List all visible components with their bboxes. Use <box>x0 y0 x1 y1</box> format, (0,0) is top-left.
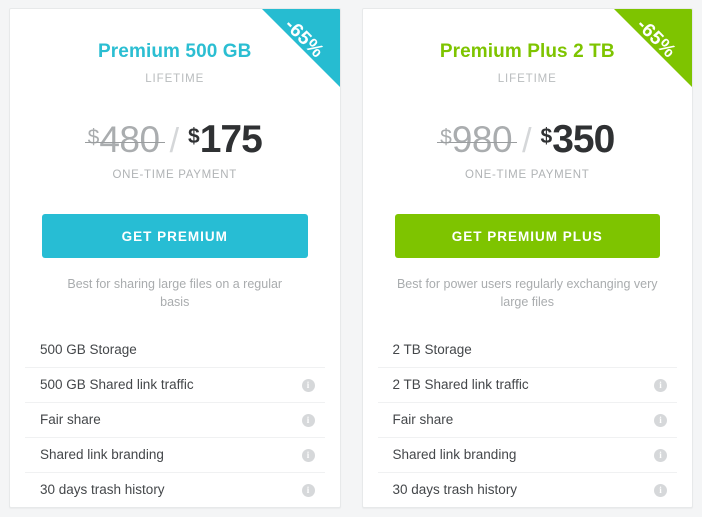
original-price: $480 <box>84 118 165 161</box>
feature-label: Fair share <box>40 412 101 428</box>
feature-label: 500 GB Shared link traffic <box>40 377 194 393</box>
feature-list: 2 TB Storage 2 TB Shared link traffic i … <box>377 333 678 507</box>
info-icon[interactable]: i <box>301 483 315 497</box>
price-separator: / <box>522 121 532 160</box>
feature-row: 500 GB Shared link traffic i <box>25 368 325 404</box>
current-price-currency: $ <box>188 124 200 148</box>
info-icon[interactable]: i <box>654 413 667 427</box>
feature-row: 2 TB Storage <box>377 333 677 369</box>
feature-row: Shared link branding i <box>25 438 325 474</box>
plan-period: LIFETIME <box>145 72 205 85</box>
original-price-amount: 980 <box>451 118 513 160</box>
pricing-plans-container: -65% Premium 500 GB LIFETIME $480 / $175… <box>0 0 702 517</box>
card-header: Premium Plus 2 TB LIFETIME <box>363 9 693 85</box>
info-icon-placeholder <box>302 344 315 357</box>
get-premium-plus-button[interactable]: GET PREMIUM PLUS <box>394 213 660 258</box>
feature-row: Shared link branding i <box>377 438 677 474</box>
price-note: ONE-TIME PAYMENT <box>465 168 590 181</box>
current-price: $175 <box>188 117 263 162</box>
info-icon[interactable]: i <box>301 413 315 427</box>
plan-title: Premium 500 GB <box>98 41 252 62</box>
pricing-card-premium-plus: -65% Premium Plus 2 TB LIFETIME $980 / $… <box>361 8 693 508</box>
plan-description: Best for sharing large files on a regula… <box>67 276 283 310</box>
feature-label: Fair share <box>392 412 454 428</box>
original-price-currency: $ <box>87 125 100 149</box>
feature-row: 30 days trash history i <box>378 473 678 507</box>
original-price-currency: $ <box>440 125 452 149</box>
feature-label: Shared link branding <box>392 447 517 463</box>
info-icon[interactable]: i <box>301 378 315 392</box>
info-icon[interactable]: i <box>654 448 667 462</box>
feature-row: Fair share i <box>25 403 325 439</box>
price-separator: / <box>169 121 180 160</box>
current-price-amount: 350 <box>552 117 615 161</box>
feature-label: Shared link branding <box>40 447 164 463</box>
feature-label: 30 days trash history <box>40 482 165 498</box>
current-price-currency: $ <box>540 124 553 148</box>
feature-row: 2 TB Shared link traffic i <box>377 368 677 404</box>
info-icon[interactable]: i <box>654 378 667 392</box>
feature-label: 30 days trash history <box>392 482 518 498</box>
price-note: ONE-TIME PAYMENT <box>112 168 237 181</box>
original-price-amount: 480 <box>99 118 160 160</box>
feature-label: 2 TB Shared link traffic <box>392 377 529 393</box>
feature-list: 500 GB Storage 500 GB Shared link traffi… <box>25 333 325 507</box>
info-icon[interactable]: i <box>654 483 667 497</box>
info-icon-placeholder <box>654 344 667 357</box>
plan-period: LIFETIME <box>497 72 557 85</box>
current-price: $350 <box>540 117 616 162</box>
cta-container: GET PREMIUM PLUS <box>363 213 693 258</box>
plan-title: Premium Plus 2 TB <box>439 41 615 62</box>
cta-container: GET PREMIUM <box>10 213 340 258</box>
card-header: Premium 500 GB LIFETIME <box>10 9 340 85</box>
price-row: $980 / $350 <box>363 118 693 162</box>
pricing-card-premium: -65% Premium 500 GB LIFETIME $480 / $175… <box>9 8 341 508</box>
feature-label: 500 GB Storage <box>40 342 137 358</box>
feature-label: 2 TB Storage <box>392 342 472 358</box>
price-row: $480 / $175 <box>10 118 340 162</box>
original-price: $980 <box>437 118 518 161</box>
feature-row: 500 GB Storage <box>25 333 325 369</box>
get-premium-button[interactable]: GET PREMIUM <box>42 213 308 258</box>
feature-row: 30 days trash history i <box>25 473 325 507</box>
info-icon[interactable]: i <box>301 448 315 462</box>
feature-row: Fair share i <box>377 403 677 439</box>
plan-description: Best for power users regularly exchangin… <box>396 276 658 310</box>
current-price-amount: 175 <box>199 117 263 161</box>
